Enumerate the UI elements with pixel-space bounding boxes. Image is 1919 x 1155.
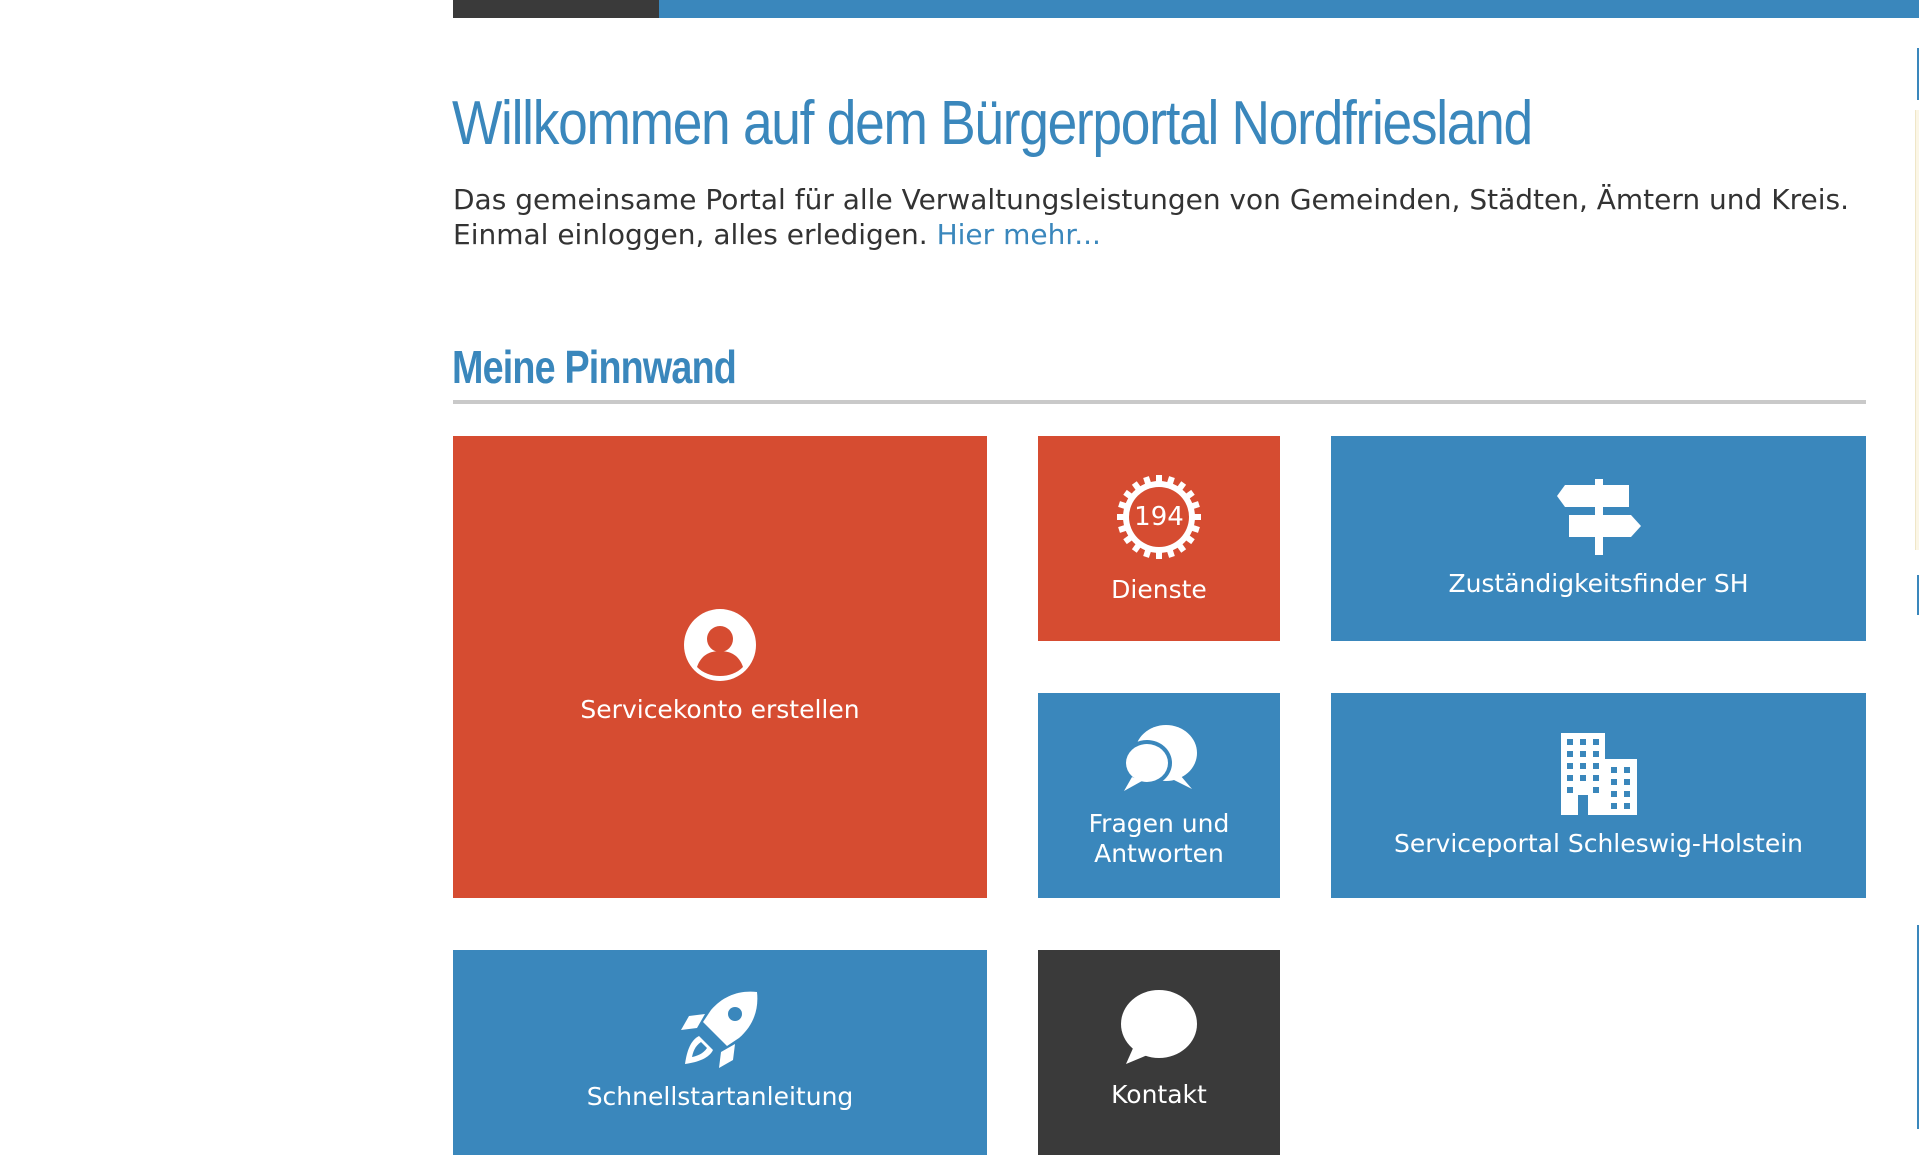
more-info-link[interactable]: Hier mehr... <box>937 218 1101 251</box>
chat-bubbles-icon <box>1122 724 1197 791</box>
top-bar-dark-segment <box>453 0 659 18</box>
right-edge-notice-panel <box>1915 110 1919 550</box>
dienste-count: 194 <box>1134 501 1184 532</box>
intro-line-2: Einmal einloggen, alles erledigen. <box>453 218 928 251</box>
signpost-icon <box>1556 478 1641 555</box>
rocket-icon <box>681 991 758 1068</box>
tile-label: Zuständigkeitsfinder SH <box>1448 568 1749 598</box>
tile-label: Servicekonto erstellen <box>580 695 860 724</box>
intro-text: Das gemeinsame Portal für alle Verwaltun… <box>453 182 1903 252</box>
pinnwand-title: Meine Pinnwand <box>452 341 737 393</box>
tile-schnellstartanleitung[interactable]: Schnellstartanleitung <box>453 950 987 1155</box>
tile-label: Dienste <box>1111 574 1207 604</box>
tile-label: Schnellstartanleitung <box>586 1082 854 1111</box>
gear-icon: 194 <box>1115 473 1203 561</box>
top-bar-blue-segment <box>659 0 1919 18</box>
tile-kontakt[interactable]: Kontakt <box>1038 950 1280 1155</box>
tile-serviceportal-sh[interactable]: Serviceportal Schleswig-Holstein <box>1331 693 1866 898</box>
tile-fragen-und-antworten[interactable]: Fragen und Antworten <box>1038 693 1280 898</box>
section-divider <box>453 400 1866 404</box>
chat-bubble-icon <box>1121 990 1197 1064</box>
tile-zustaendigkeitsfinder[interactable]: Zuständigkeitsfinder SH <box>1331 436 1866 641</box>
building-icon <box>1560 732 1637 815</box>
tile-label: Fragen und Antworten <box>1088 808 1230 868</box>
tile-dienste[interactable]: 194 Dienste <box>1038 436 1280 641</box>
tile-label: Serviceportal Schleswig-Holstein <box>1394 828 1803 858</box>
page-title: Willkommen auf dem Bürgerportal Nordfrie… <box>452 89 1533 158</box>
tile-servicekonto-erstellen[interactable]: Servicekonto erstellen <box>453 436 987 898</box>
user-circle-icon <box>684 609 756 681</box>
intro-line-1: Das gemeinsame Portal für alle Verwaltun… <box>453 183 1849 216</box>
tile-label: Kontakt <box>1111 1080 1207 1109</box>
